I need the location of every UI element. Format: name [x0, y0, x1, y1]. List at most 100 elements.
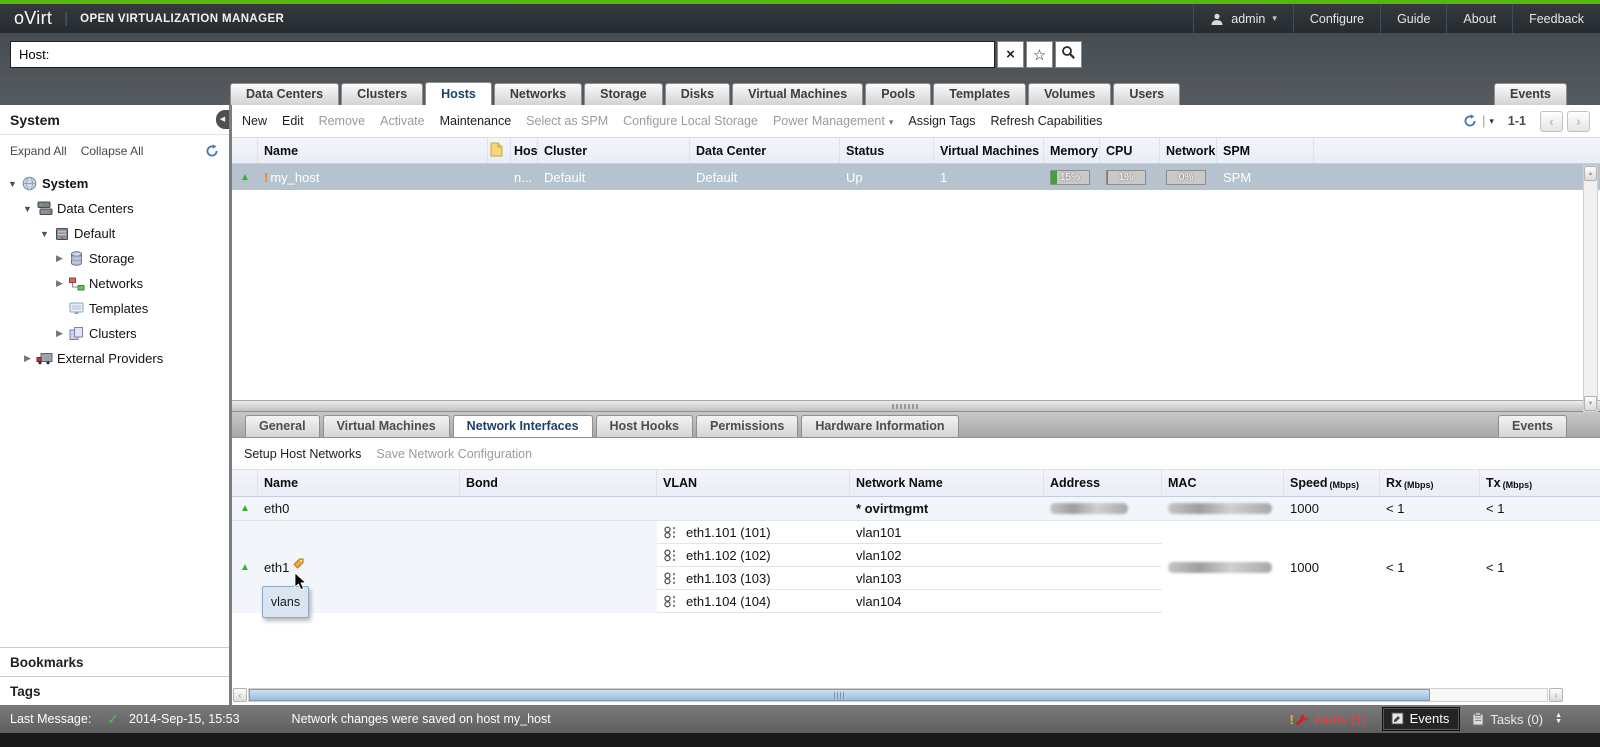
vlan-row-102[interactable]: eth1.102 (102)	[657, 544, 850, 567]
tree-node-storage[interactable]: ▶ Storage	[0, 246, 229, 271]
nic-row-eth1[interactable]: ▲ eth1 eth1.101 (101) eth1.102 (102)	[232, 521, 1600, 613]
hosts-grid-vertical-scrollbar[interactable]: ▲ ▼	[1583, 165, 1598, 412]
tree-node-data-centers[interactable]: ▼ Data Centers	[0, 196, 229, 221]
horizontal-scrollbar[interactable]: ‹ ›	[233, 688, 1563, 702]
scrollbar-track[interactable]	[248, 688, 1548, 702]
select-as-spm-button[interactable]: Select as SPM	[526, 114, 608, 128]
tags-section-header[interactable]: Tags	[0, 676, 229, 705]
grid-refresh-button[interactable]: | ▾	[1463, 114, 1494, 128]
column-mac[interactable]: MAC	[1162, 470, 1284, 496]
tab-storage[interactable]: Storage	[584, 83, 663, 105]
subtab-host-hooks[interactable]: Host Hooks	[596, 415, 693, 437]
tab-users[interactable]: Users	[1113, 83, 1180, 105]
new-button[interactable]: New	[242, 114, 267, 128]
menu-configure[interactable]: Configure	[1293, 4, 1380, 33]
configure-local-storage-button[interactable]: Configure Local Storage	[623, 114, 758, 128]
column-cpu[interactable]: CPU	[1100, 138, 1160, 163]
panel-splitter[interactable]	[232, 400, 1600, 412]
column-cluster[interactable]: Cluster	[538, 138, 690, 163]
panel-resize-arrows[interactable]: ▲ ▼	[1555, 713, 1562, 725]
menu-guide[interactable]: Guide	[1380, 4, 1446, 33]
column-note[interactable]	[488, 138, 511, 163]
column-bond[interactable]: Bond	[460, 470, 657, 496]
column-rx[interactable]: Rx(Mbps)	[1380, 470, 1480, 496]
tab-virtual-machines[interactable]: Virtual Machines	[732, 83, 863, 105]
tab-hosts[interactable]: Hosts	[425, 82, 492, 105]
collapsed-triangle-icon[interactable]: ▶	[52, 278, 67, 289]
expanded-triangle-icon[interactable]: ▼	[37, 229, 52, 239]
search-button[interactable]	[1055, 41, 1082, 68]
vlan-row-103[interactable]: eth1.103 (103)	[657, 567, 850, 590]
collapsed-triangle-icon[interactable]: ▶	[20, 353, 35, 364]
bookmarks-section-header[interactable]: Bookmarks	[0, 647, 229, 676]
scrollbar-thumb[interactable]	[249, 689, 1430, 701]
expanded-triangle-icon[interactable]: ▼	[5, 179, 20, 189]
tree-node-external-providers[interactable]: ▶ External Providers	[0, 346, 229, 371]
tree-refresh-button[interactable]	[205, 144, 219, 158]
subtab-network-interfaces[interactable]: Network Interfaces	[453, 415, 593, 437]
scroll-left-button[interactable]: ‹	[233, 688, 247, 702]
collapse-all-link[interactable]: Collapse All	[81, 144, 144, 158]
subtab-general[interactable]: General	[245, 415, 320, 437]
expanded-triangle-icon[interactable]: ▼	[20, 204, 35, 214]
clear-search-button[interactable]: ×	[997, 41, 1024, 68]
menu-feedback[interactable]: Feedback	[1512, 4, 1600, 33]
tab-events[interactable]: Events	[1494, 83, 1567, 105]
scroll-right-button[interactable]: ›	[1549, 688, 1563, 702]
tab-pools[interactable]: Pools	[865, 83, 931, 105]
tab-networks[interactable]: Networks	[494, 83, 582, 105]
tab-clusters[interactable]: Clusters	[341, 83, 423, 105]
tree-node-default[interactable]: ▼ Default	[0, 221, 229, 246]
column-speed[interactable]: Speed(Mbps)	[1284, 470, 1380, 496]
edit-button[interactable]: Edit	[282, 114, 304, 128]
column-memory[interactable]: Memory	[1044, 138, 1100, 163]
expand-all-link[interactable]: Expand All	[10, 144, 67, 158]
tab-templates[interactable]: Templates	[933, 83, 1026, 105]
next-page-button[interactable]: ›	[1567, 111, 1590, 132]
column-network[interactable]: Network	[1160, 138, 1217, 163]
activate-button[interactable]: Activate	[380, 114, 424, 128]
subtab-hardware-information[interactable]: Hardware Information	[801, 415, 958, 437]
tab-disks[interactable]: Disks	[665, 83, 730, 105]
column-tx[interactable]: Tx(Mbps)	[1480, 470, 1600, 496]
bookmark-search-button[interactable]: ☆	[1026, 41, 1053, 68]
scroll-up-button[interactable]: ▲	[1584, 166, 1597, 181]
vlan-row-104[interactable]: eth1.104 (104)	[657, 590, 850, 613]
tasks-panel-button[interactable]: Tasks (0)	[1472, 712, 1543, 727]
column-vlan[interactable]: VLAN	[657, 470, 850, 496]
tab-volumes[interactable]: Volumes	[1028, 83, 1111, 105]
host-row-my-host[interactable]: ▲ ! my_host n... Default Default Up 1 15…	[232, 164, 1600, 190]
tree-node-clusters[interactable]: ▶ Clusters	[0, 321, 229, 346]
vlan-row-101[interactable]: eth1.101 (101)	[657, 521, 850, 544]
events-panel-button[interactable]: Events	[1383, 708, 1460, 730]
maintenance-button[interactable]: Maintenance	[440, 114, 512, 128]
collapsed-triangle-icon[interactable]: ▶	[52, 328, 67, 339]
subtab-virtual-machines[interactable]: Virtual Machines	[323, 415, 450, 437]
refresh-capabilities-button[interactable]: Refresh Capabilities	[991, 114, 1103, 128]
tree-node-networks[interactable]: ▶ Networks	[0, 271, 229, 296]
column-address[interactable]: Address	[1044, 470, 1162, 496]
save-network-configuration-button[interactable]: Save Network Configuration	[376, 447, 532, 461]
user-menu[interactable]: admin ▾	[1193, 4, 1293, 33]
prev-page-button[interactable]: ‹	[1540, 111, 1563, 132]
power-management-button[interactable]: Power Management▾	[773, 114, 893, 128]
remove-button[interactable]: Remove	[319, 114, 366, 128]
collapse-panel-button[interactable]: ◀	[216, 110, 229, 129]
tree-node-templates[interactable]: Templates	[0, 296, 229, 321]
search-input[interactable]	[10, 41, 995, 68]
nic-row-eth0[interactable]: ▲ eth0 * ovirtmgmt 1000 < 1 < 1	[232, 497, 1600, 521]
column-name[interactable]: Name	[258, 138, 488, 163]
column-data-center[interactable]: Data Center	[690, 138, 840, 163]
scroll-down-button[interactable]: ▼	[1584, 396, 1597, 411]
splitter-grip[interactable]	[892, 404, 918, 409]
column-host[interactable]: Host	[511, 138, 538, 163]
column-network-name[interactable]: Network Name	[850, 470, 1044, 496]
setup-host-networks-button[interactable]: Setup Host Networks	[244, 447, 361, 461]
alerts-button[interactable]: ! Alerts (1)	[1290, 712, 1367, 727]
column-name[interactable]: Name	[258, 470, 460, 496]
column-spm[interactable]: SPM	[1217, 138, 1314, 163]
subtab-permissions[interactable]: Permissions	[696, 415, 798, 437]
column-virtual-machines[interactable]: Virtual Machines	[934, 138, 1044, 163]
assign-tags-button[interactable]: Assign Tags	[908, 114, 975, 128]
subtab-events[interactable]: Events	[1498, 415, 1567, 437]
